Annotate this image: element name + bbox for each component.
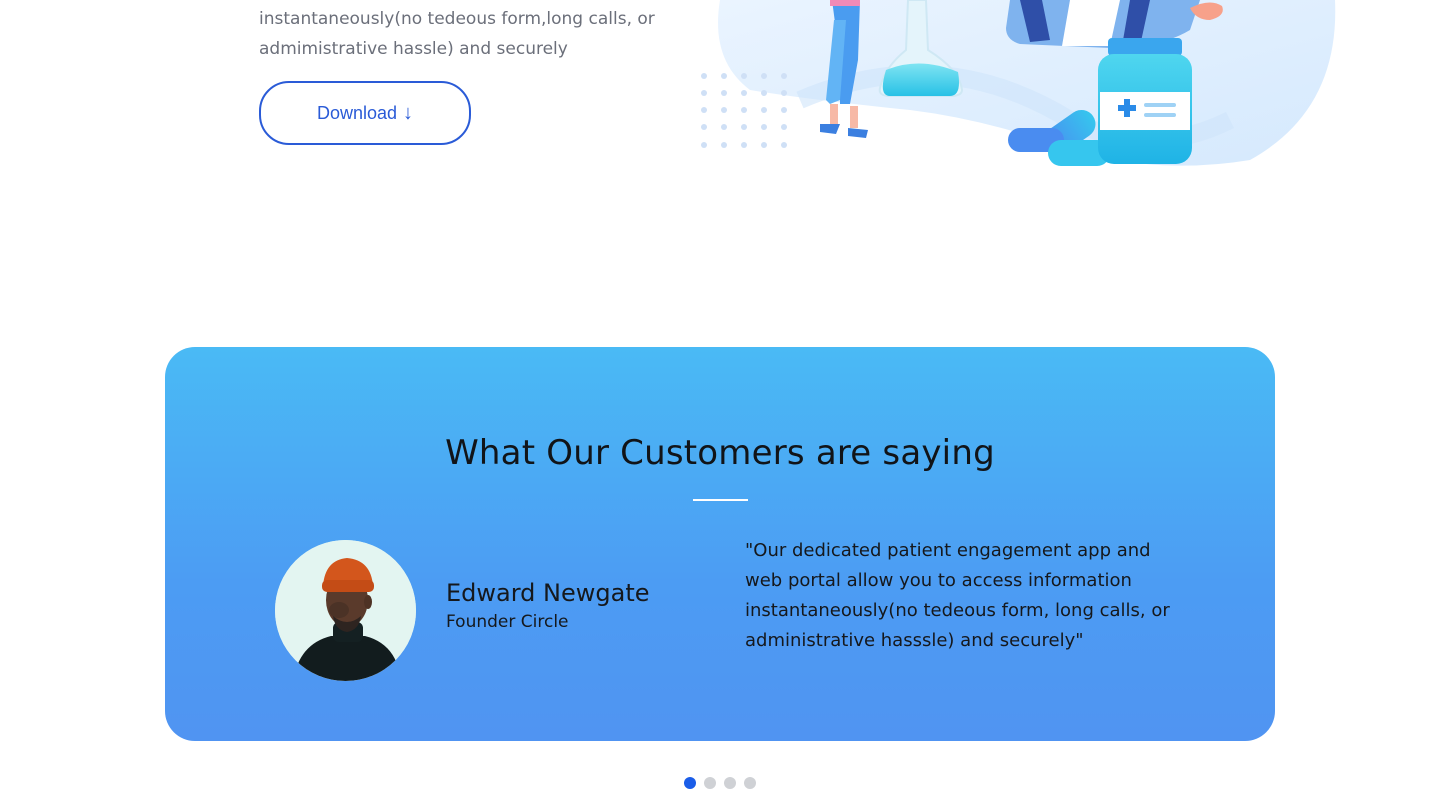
- title-divider: [693, 499, 748, 501]
- download-button-label: Download: [316, 102, 398, 123]
- hero-description: instantaneously(no tedeous form,long cal…: [259, 4, 679, 64]
- quote-line: web portal allow you to access informati…: [745, 570, 1132, 591]
- quote-line: administrative hasssle) and securely": [745, 630, 1084, 651]
- page: instantaneously(no tedeous form,long cal…: [0, 0, 1439, 810]
- quote-line: "Our dedicated patient engagement app an…: [745, 540, 1151, 561]
- carousel-dot-1[interactable]: [684, 777, 696, 789]
- carousel-pagination: [684, 777, 756, 789]
- section-title: What Our Customers are saying: [445, 433, 995, 473]
- hero-description-line: admimistrative hassle) and securely: [259, 39, 568, 59]
- doctor-with-medicine-illustration: [701, 0, 1336, 166]
- carousel-dot-3[interactable]: [724, 777, 736, 789]
- download-button[interactable]: Download ↓: [259, 81, 471, 145]
- testimonial-card: What Our Customers are saying Edward New…: [165, 347, 1275, 741]
- testimonial-quote: "Our dedicated patient engagement app an…: [745, 536, 1175, 656]
- carousel-dot-4[interactable]: [744, 777, 756, 789]
- hero-description-line: instantaneously(no tedeous form,long cal…: [259, 9, 655, 29]
- quote-line: instantaneously(no tedeous form, long ca…: [745, 600, 1170, 621]
- customer-avatar: [275, 540, 416, 681]
- carousel-dot-2[interactable]: [704, 777, 716, 789]
- customer-avatar-photo: [275, 540, 416, 681]
- customer-role: Founder Circle: [446, 612, 569, 632]
- down-arrow-icon: ↓: [403, 101, 414, 124]
- customer-name: Edward Newgate: [446, 579, 650, 607]
